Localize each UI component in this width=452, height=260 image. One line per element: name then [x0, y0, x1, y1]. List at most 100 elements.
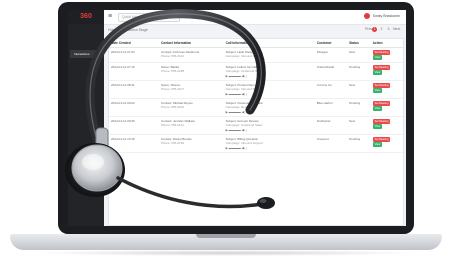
cell-customer: Northwind: [314, 116, 348, 135]
cell-customer: Corvine Co: [314, 80, 348, 99]
audio-player[interactable]: ▶ ▬▬▬▬ ◀) ⤓: [226, 146, 313, 150]
avatar: [363, 13, 370, 19]
page-prev[interactable]: Prev: [365, 27, 372, 32]
sidebar-item-label: Interactions: [74, 52, 90, 56]
sidebar-item-4[interactable]: [70, 60, 102, 68]
cell-actions: Set MeetingView: [370, 62, 403, 81]
phone-icon[interactable]: ✆: [186, 13, 191, 20]
cell-date: 2024-01-12 09:02: [109, 98, 159, 117]
audio-player[interactable]: ▶ ▬▬▬▬ ◀) ⤓: [226, 128, 313, 132]
call-campaign: Campaign: Renewals: [225, 105, 255, 109]
col-contact[interactable]: Contact Information: [158, 39, 224, 48]
laptop-screen: 360 ≡ Quick Menu ✆ ✉ ⚑ Swaty Bhaskaran I…: [68, 10, 406, 226]
interactions-table: Date Created Contact Information Call In…: [108, 38, 404, 226]
sidebar-item-interactions[interactable]: Interactions: [70, 50, 102, 58]
main-content: Home > Interaction Stage Prev 1 2 3 Next…: [106, 26, 404, 226]
cell-call: Subject: Billing Question Campaign: Inbou…: [223, 134, 315, 153]
sidebar: Interactions: [68, 24, 104, 226]
cell-status: New: [347, 47, 371, 63]
cell-customer: Paragon: [314, 47, 348, 63]
page-3[interactable]: 3: [386, 27, 391, 32]
sidebar-item-1[interactable]: [70, 30, 102, 38]
view-button[interactable]: View: [372, 124, 383, 129]
breadcrumb: Home > Interaction Stage: [108, 28, 148, 32]
call-campaign: Campaign: Inbound Support: [225, 87, 264, 91]
logo-text: 360: [80, 13, 92, 20]
notification-icon[interactable]: ⚑: [206, 13, 211, 20]
cell-date: 2024-01-12 10:15: [109, 134, 159, 153]
cell-status: New: [347, 80, 371, 99]
cell-actions: Set MeetingView: [370, 98, 403, 117]
top-bar: 360 ≡ Quick Menu ✆ ✉ ⚑ Swaty Bhaskaran: [68, 10, 406, 25]
cell-actions: Set MeetingView: [370, 80, 403, 99]
view-button[interactable]: View: [372, 88, 383, 93]
cell-date: 2024-01-12 07:16: [109, 62, 159, 81]
cell-actions: Set MeetingView: [370, 47, 403, 63]
table-row[interactable]: 2024-01-12 10:15 Contact: Daniel Brooks Ph…: [109, 134, 403, 153]
cell-contact: Contact: Ambrose Pankhurst Phone: 555-014…: [158, 47, 224, 63]
cell-contact: Name: Sharon Phone: 555-0107: [158, 80, 224, 99]
col-customer[interactable]: Customer: [314, 39, 348, 48]
col-status[interactable]: Status: [347, 39, 371, 48]
cell-call: Subject: Follow Up Call Campaign: Outboun…: [223, 62, 315, 81]
page-2[interactable]: 2: [379, 27, 384, 32]
pagination: Prev 1 2 3 Next: [364, 27, 400, 32]
cell-contact: Contact: Daniel Brooks Phone: 555-0199: [158, 134, 224, 153]
table-row[interactable]: 2024-01-12 09:30 Contact: Jennifer Wallac…: [109, 116, 403, 135]
sidebar-item-5[interactable]: [70, 70, 102, 78]
cell-status: Pending: [347, 134, 371, 153]
view-button[interactable]: View: [372, 55, 383, 60]
cell-status: Pending: [347, 98, 371, 117]
audio-player[interactable]: ▶ ▬▬▬▬ ◀) ⤓: [226, 92, 313, 96]
cell-date: 2024-01-12 07:03: [109, 47, 159, 63]
contact-phone: Phone: 555-0188: [160, 69, 184, 73]
laptop-shadow: [30, 250, 422, 256]
contact-phone: Phone: 555-0166: [160, 105, 184, 109]
call-campaign: Campaign: Outbound Sales: [225, 69, 263, 73]
search-placeholder: Quick Menu: [122, 15, 141, 19]
contact-phone: Phone: 555-0199: [160, 141, 184, 145]
view-button[interactable]: View: [372, 142, 383, 147]
contact-phone: Phone: 555-0121: [160, 123, 184, 127]
sidebar-item-2[interactable]: [70, 40, 102, 48]
col-action: Action: [370, 39, 403, 48]
cell-customer: Crescent: [314, 134, 348, 153]
chat-icon[interactable]: ✉: [196, 13, 201, 20]
view-button[interactable]: View: [372, 106, 383, 111]
user-name: Swaty Bhaskaran: [372, 13, 400, 18]
page-1[interactable]: 1: [372, 27, 378, 32]
page-next[interactable]: Next: [393, 27, 400, 32]
audio-player[interactable]: ▶ ▬▬▬▬ ◀) ⤓: [226, 110, 313, 114]
audio-player[interactable]: ▶ ▬▬▬▬ ◀) ⤓: [226, 74, 313, 78]
menu-icon[interactable]: ≡: [108, 13, 112, 20]
cell-customer: Blue Harbor: [314, 98, 348, 117]
quick-menu-search[interactable]: Quick Menu: [118, 13, 180, 22]
call-campaign: Campaign: Inbound Support: [225, 141, 264, 145]
table-header-row: Date Created Contact Information Call In…: [109, 39, 403, 48]
brand-logo: 360: [68, 10, 104, 24]
col-date[interactable]: Date Created: [109, 39, 159, 48]
call-campaign: Campaign: Outbound Sales: [225, 123, 263, 127]
cell-call: Subject: Customer Callback Campaign: Rene…: [223, 98, 315, 117]
cell-contact: Name: Baldur Phone: 555-0188: [158, 62, 224, 81]
cell-call: Subject: Hello Paragon Campaign: Inbound …: [223, 47, 315, 63]
cell-call: Subject: Product Demo Campaign: Inbound S…: [223, 80, 315, 99]
cell-contact: Contact: Michael Reyes Phone: 555-0166: [158, 98, 224, 117]
table-row[interactable]: 2024-01-12 07:03 Contact: Ambrose Pankhur…: [109, 47, 403, 63]
cell-status: New: [347, 116, 371, 135]
cell-call: Subject: Account Review Campaign: Outboun…: [223, 116, 315, 135]
table-row[interactable]: 2024-01-12 08:41 Name: Sharon Phone: 555-0…: [109, 80, 403, 99]
view-button[interactable]: View: [372, 70, 383, 75]
contact-phone: Phone: 555-0142: [160, 54, 184, 58]
cell-contact: Contact: Jennifer Wallace Phone: 555-0121: [158, 116, 224, 135]
cell-actions: Set MeetingView: [370, 134, 403, 153]
laptop-notch: [196, 234, 256, 238]
cell-date: 2024-01-12 08:41: [109, 80, 159, 99]
cell-customer: United Retail: [314, 62, 348, 81]
call-campaign: Campaign: Inbound Support: [225, 54, 264, 58]
table-row[interactable]: 2024-01-12 07:16 Name: Baldur Phone: 555-0…: [109, 62, 403, 81]
user-menu[interactable]: Swaty Bhaskaran: [363, 13, 400, 19]
col-call[interactable]: Call Information: [223, 39, 315, 48]
contact-phone: Phone: 555-0107: [160, 87, 184, 91]
table-row[interactable]: 2024-01-12 09:02 Contact: Michael Reyes Ph…: [109, 98, 403, 117]
